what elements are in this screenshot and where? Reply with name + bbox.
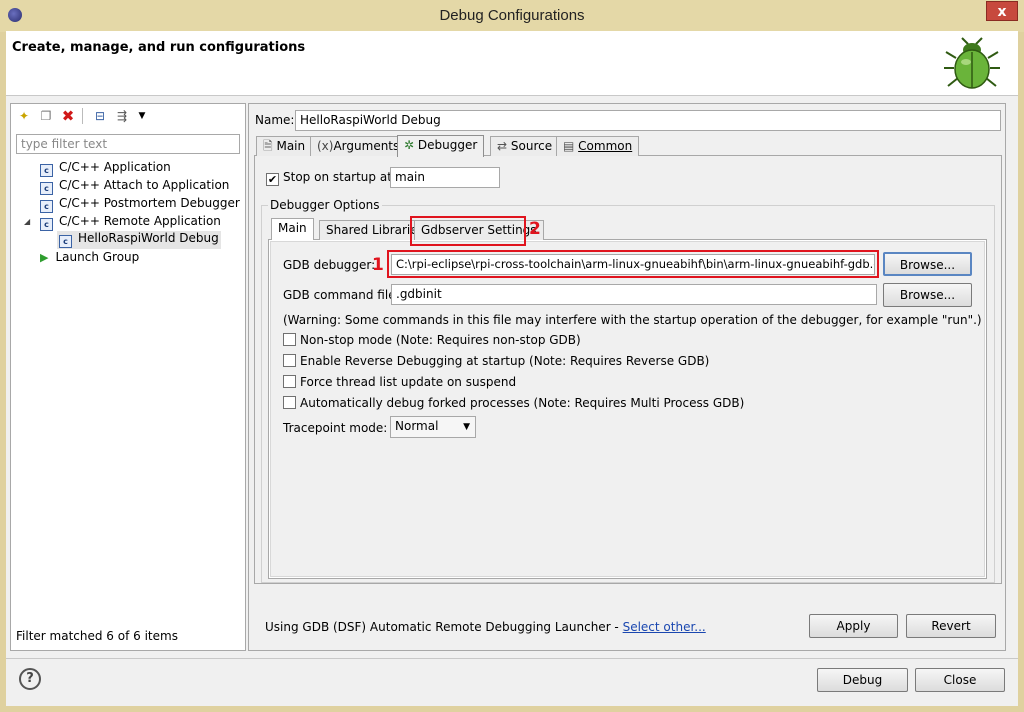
apply-button[interactable]: Apply [809, 614, 898, 638]
checkbox-label: Automatically debug forked processes (No… [300, 396, 745, 410]
stop-on-startup-checkbox[interactable]: ✔ Stop on startup at: [266, 170, 396, 186]
filter-icon[interactable]: ⇶ [114, 108, 130, 124]
name-input[interactable]: HelloRaspiWorld Debug [295, 110, 1001, 131]
filter-status: Filter matched 6 of 6 items [16, 629, 178, 643]
close-window-button[interactable]: x [986, 1, 1018, 21]
gdbinit-warning: (Warning: Some commands in this file may… [283, 313, 982, 327]
browse-gdb-button[interactable]: Browse... [883, 252, 972, 276]
non-stop-checkbox[interactable]: Non-stop mode (Note: Requires non-stop G… [283, 333, 581, 347]
highlight-box-1 [387, 250, 879, 278]
revert-button[interactable]: Revert [906, 614, 996, 638]
tab-label: Main [276, 139, 306, 153]
source-icon: ⇄ [497, 139, 511, 153]
tree-item-launch-group[interactable]: ▶ Launch Group [40, 250, 139, 268]
bug-icon [944, 37, 1000, 89]
highlight-box-2 [410, 216, 526, 246]
tab-source[interactable]: ⇄ Source [490, 136, 560, 156]
filter-input[interactable]: type filter text [16, 134, 240, 154]
annotation-2: 2 [529, 219, 541, 239]
tree-item-label: HelloRaspiWorld Debug [78, 231, 219, 245]
common-icon: ▤ [563, 139, 579, 153]
tree-item-c-remote[interactable]: c C/C++ Remote Application [40, 214, 221, 232]
c-file-icon: c [40, 182, 53, 195]
launcher-info: Using GDB (DSF) Automatic Remote Debuggi… [265, 620, 706, 634]
checkbox-unchecked [283, 375, 296, 388]
c-file-icon: c [40, 200, 53, 213]
header-title: Create, manage, and run configurations [12, 40, 306, 55]
duplicate-icon[interactable]: ❐ [38, 108, 54, 124]
file-icon: 🗎 [263, 139, 277, 153]
c-file-icon: c [59, 235, 72, 248]
stop-at-input[interactable]: main [390, 167, 500, 188]
tab-common[interactable]: ▤ Common [556, 136, 640, 156]
tree-item-label: C/C++ Postmortem Debugger [59, 196, 240, 210]
chevron-down-icon: ▼ [463, 422, 470, 432]
subtab-main[interactable]: Main [271, 218, 314, 240]
tree-item-label: C/C++ Attach to Application [59, 178, 230, 192]
tab-label: Debugger [417, 138, 478, 152]
help-icon[interactable]: ? [19, 668, 41, 690]
annotation-1: 1 [372, 255, 384, 275]
checkbox-label: Non-stop mode (Note: Requires non-stop G… [300, 333, 581, 347]
force-thread-update-checkbox[interactable]: Force thread list update on suspend [283, 375, 516, 389]
button-label: Browse... [899, 288, 956, 302]
tree-item-label: C/C++ Remote Application [59, 214, 221, 228]
checkbox-label: Force thread list update on suspend [300, 375, 517, 389]
name-label: Name: [255, 113, 295, 127]
checkbox-checked: ✔ [266, 173, 279, 186]
tree-item-c-attach[interactable]: c C/C++ Attach to Application [40, 178, 229, 196]
tree-item-label: Launch Group [55, 250, 140, 264]
tree-item-c-postmortem[interactable]: c C/C++ Postmortem Debugger [40, 196, 240, 214]
gdb-debugger-label: GDB debugger: [283, 258, 376, 272]
gdb-command-file-input[interactable]: .gdbinit [391, 284, 877, 305]
checkbox-unchecked [283, 354, 296, 367]
variable-icon: (x) [317, 139, 334, 153]
debugger-options-title: Debugger Options [268, 198, 382, 212]
checkbox-unchecked [283, 396, 296, 409]
footer-divider [6, 658, 1018, 659]
gdb-command-file-label: GDB command file: [283, 288, 400, 302]
select-other-link[interactable]: Select other... [623, 620, 706, 634]
debug-forked-checkbox[interactable]: Automatically debug forked processes (No… [283, 396, 744, 410]
tab-debugger[interactable]: ✲ Debugger [397, 135, 485, 157]
checkbox-unchecked [283, 333, 296, 346]
tracepoint-mode-label: Tracepoint mode: [283, 421, 388, 435]
chevron-down-icon[interactable]: ▼ [134, 108, 150, 124]
collapse-all-icon[interactable]: ⊟ [92, 108, 108, 124]
c-file-icon: c [40, 164, 53, 177]
tab-main[interactable]: 🗎 Main [256, 136, 313, 156]
window-title: Debug Configurations [439, 7, 585, 24]
tab-label: Source [510, 139, 553, 153]
browse-command-file-button[interactable]: Browse... [883, 283, 972, 307]
select-value: Normal [395, 419, 439, 433]
tab-label: Arguments [333, 139, 400, 153]
launcher-text: Using GDB (DSF) Automatic Remote Debuggi… [265, 620, 623, 634]
c-file-icon: c [40, 218, 53, 231]
new-config-icon[interactable]: ✦ [16, 108, 32, 124]
tree-item-helloraspi[interactable]: c HelloRaspiWorld Debug [57, 231, 221, 249]
button-label: Browse... [899, 258, 956, 272]
tree-item-c-application[interactable]: c C/C++ Application [40, 160, 171, 178]
stop-label: Stop on startup at: [283, 170, 396, 184]
tracepoint-mode-select[interactable]: Normal ▼ [390, 416, 476, 438]
tab-label: Common [578, 139, 633, 153]
checkbox-label: Enable Reverse Debugging at startup (Not… [300, 354, 710, 368]
tree-expand-icon[interactable]: ◢ [24, 217, 30, 226]
bug-small-icon: ✲ [404, 138, 418, 152]
delete-icon[interactable]: ✖ [60, 108, 76, 124]
tab-arguments[interactable]: (x)Arguments [310, 136, 407, 156]
debug-button[interactable]: Debug [817, 668, 908, 692]
play-icon: ▶ [40, 251, 49, 264]
toolbar-divider [82, 108, 83, 124]
tree-item-label: C/C++ Application [59, 160, 171, 174]
close-button[interactable]: Close [915, 668, 1005, 692]
reverse-debugging-checkbox[interactable]: Enable Reverse Debugging at startup (Not… [283, 354, 709, 368]
